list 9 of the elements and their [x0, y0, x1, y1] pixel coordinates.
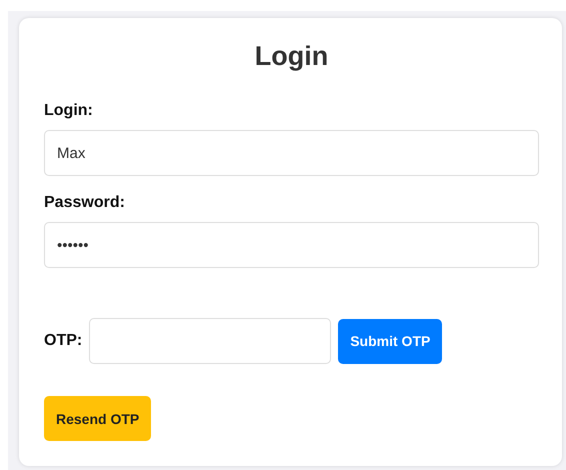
field-label: Password: — [44, 194, 126, 212]
resend-otp-button[interactable]: Resend OTP — [44, 396, 152, 441]
otp-label: OTP: — [44, 332, 82, 350]
otp-field[interactable] — [89, 318, 332, 364]
input-field[interactable]: Max — [44, 130, 539, 176]
login-title: Login — [254, 40, 330, 72]
input-field[interactable]: •••••• — [44, 222, 539, 268]
field-label: Login: — [44, 102, 94, 120]
submit-otp-button[interactable]: Submit OTP — [338, 318, 442, 364]
